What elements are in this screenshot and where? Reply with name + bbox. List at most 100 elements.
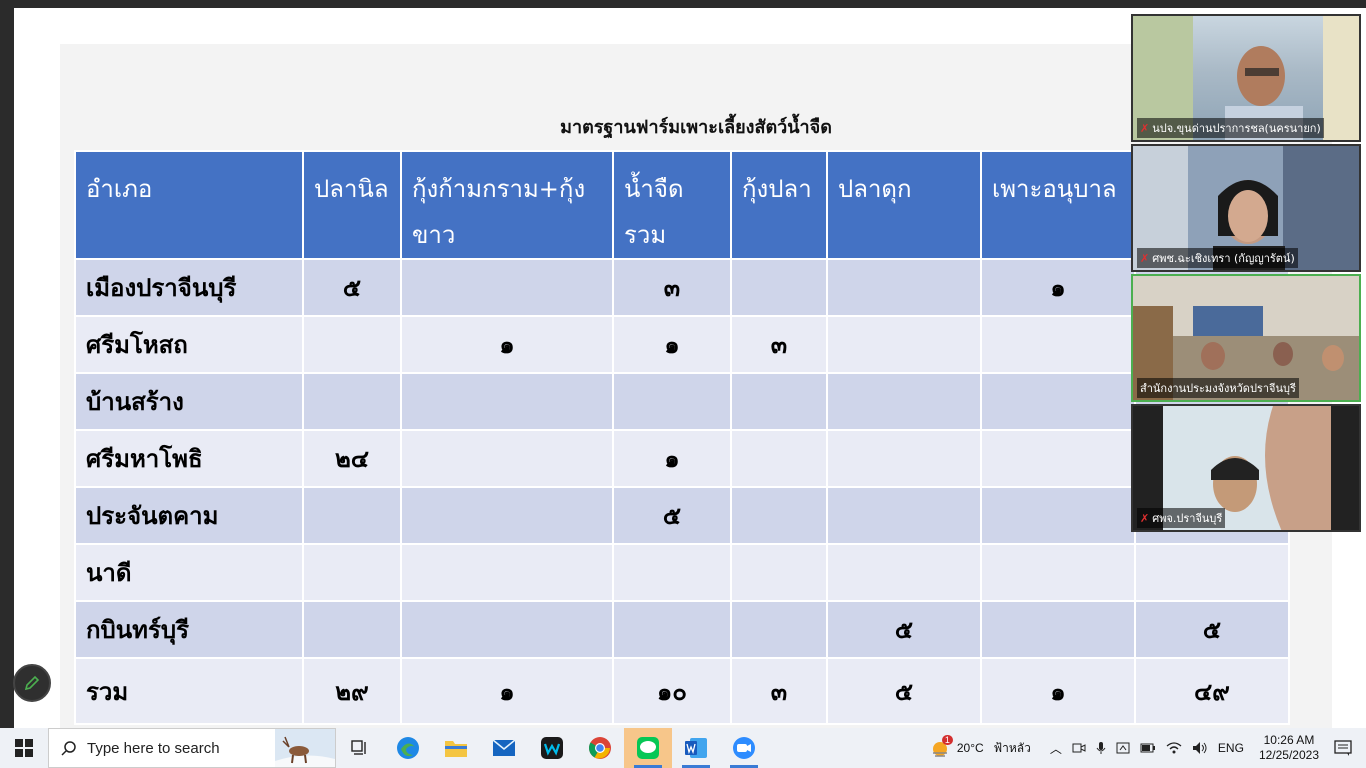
header-catfish: ปลาดุก [826, 150, 982, 260]
windows-logo-icon [15, 739, 33, 757]
table-row: เมืองปราจีนบุรี๕ ๓ ๑ [74, 258, 1290, 317]
count-cell: ๕ [302, 258, 402, 317]
chevron-up-icon[interactable]: ︿ [1050, 740, 1062, 757]
table-row: นาดี [74, 543, 1290, 602]
count-cell [730, 486, 828, 545]
count-cell [302, 315, 402, 374]
zoom-app-button[interactable] [720, 728, 768, 768]
folder-icon [445, 741, 467, 757]
weather-widget[interactable]: 1 20°C ฟ้าหลัว [930, 735, 1036, 759]
task-view-button[interactable] [336, 728, 384, 768]
count-cell [826, 315, 982, 374]
count-cell [980, 372, 1136, 431]
count-cell [400, 258, 614, 317]
chrome-app-button[interactable] [576, 728, 624, 768]
count-cell [980, 486, 1136, 545]
participant-tile-2[interactable]: ✗ ศพช.ฉะเชิงเทรา (กัญญารัตน์) [1131, 144, 1361, 272]
screen-share-viewport: มาตรฐานฟาร์มเพาะเลี้ยงสัตว์น้ำจืด อำเภอ … [0, 0, 1366, 728]
mail-icon [492, 739, 516, 756]
input-language[interactable]: ENG [1218, 741, 1244, 755]
microphone-icon[interactable] [1096, 741, 1106, 755]
table-row: กบินทร์บุรี ๕ ๕ [74, 600, 1290, 659]
count-cell: ๑ [612, 315, 732, 374]
district-cell: บ้านสร้าง [74, 372, 304, 431]
district-cell: กบินทร์บุรี [74, 600, 304, 659]
clock-time: 10:26 AM [1263, 733, 1315, 747]
table-row: ศรีมโหสถ๑๑๓ [74, 315, 1290, 374]
count-cell: ๒๔ [302, 429, 402, 488]
network-settings-icon[interactable] [1116, 741, 1130, 755]
district-cell: ศรีมหาโพธิ [74, 429, 304, 488]
count-cell: ๓ [612, 258, 732, 317]
count-cell: ๕ [826, 657, 982, 725]
table-row: ศรีมหาโพธิ ๒๔ ๑ [74, 429, 1290, 488]
participant-name: สำนักงานประมงจังหวัดปราจีนบุรี [1140, 382, 1296, 395]
table-row: บ้านสร้าง [74, 372, 1290, 431]
taskbar-search-box[interactable]: Type here to search [48, 728, 336, 768]
count-cell: ๕ [612, 486, 732, 545]
count-cell: ๑ [980, 657, 1136, 725]
count-cell [400, 486, 614, 545]
count-cell [400, 543, 614, 602]
volume-icon[interactable] [1192, 741, 1208, 755]
count-cell [826, 429, 982, 488]
participant-label-3: สำนักงานประมงจังหวัดปราจีนบุรี [1137, 378, 1299, 398]
battery-icon[interactable] [1140, 742, 1156, 754]
system-tray: 1 20°C ฟ้าหลัว ︿ ENG 10:26 AM 12/25/2023 [930, 728, 1366, 768]
meet-now-icon[interactable] [1072, 741, 1086, 755]
district-cell: นาดี [74, 543, 304, 602]
table-total-row: รวม ๒๙๑๑๐๓๕๑๔๙ [74, 657, 1290, 725]
file-explorer-app-button[interactable] [432, 728, 480, 768]
edge-app-button[interactable] [384, 728, 432, 768]
count-cell [826, 486, 982, 545]
count-cell [730, 600, 828, 659]
count-cell [980, 315, 1136, 374]
wifi-icon[interactable] [1166, 741, 1182, 755]
participant-name: นปจ.ขุนด่านปราการชล(นครนายก) [1152, 122, 1321, 135]
count-cell [612, 372, 732, 431]
webex-app-button[interactable] [528, 728, 576, 768]
district-cell: เมืองปราจีนบุรี [74, 258, 304, 317]
count-cell [980, 429, 1136, 488]
count-cell: ๑ [400, 657, 614, 725]
zoom-icon [733, 737, 755, 759]
edge-icon [397, 737, 419, 759]
weather-desc: ฟ้าหลัว [993, 740, 1031, 755]
count-cell [302, 543, 402, 602]
muted-mic-icon: ✗ [1140, 512, 1150, 525]
line-app-button[interactable] [624, 728, 672, 768]
count-cell [400, 429, 614, 488]
notifications-icon[interactable] [1334, 740, 1352, 756]
count-cell [730, 372, 828, 431]
count-cell: ๑ [980, 258, 1136, 317]
table-header-row: อำเภอ ปลานิล กุ้งก้ามกราม+กุ้งขาว น้ำจืด… [74, 150, 1290, 260]
windows-taskbar: Type here to search 1 20°C ฟ้าหลัว ︿ ENG… [0, 728, 1366, 768]
table-row: ประจันตคาม ๕ [74, 486, 1290, 545]
count-cell: ๓ [730, 657, 828, 725]
word-icon [685, 738, 707, 758]
annotate-pencil-button[interactable] [13, 664, 51, 702]
count-cell: ๔๙ [1134, 657, 1290, 725]
participant-tile-4[interactable]: ✗ ศพจ.ปราจีนบุรี [1131, 404, 1361, 532]
participant-tile-3[interactable]: สำนักงานประมงจังหวัดปราจีนบุรี [1131, 274, 1361, 402]
mail-app-button[interactable] [480, 728, 528, 768]
farm-standard-table: อำเภอ ปลานิล กุ้งก้ามกราม+กุ้งขาว น้ำจืด… [74, 150, 1290, 725]
header-prawn-shrimp: กุ้งก้ามกราม+กุ้งขาว [400, 150, 614, 260]
header-district: อำเภอ [74, 150, 304, 260]
search-placeholder: Type here to search [87, 739, 220, 757]
participant-label-1: ✗ นปจ.ขุนด่านปราการชล(นครนายก) [1137, 118, 1324, 138]
start-button[interactable] [0, 728, 48, 768]
participant-tile-1[interactable]: ✗ นปจ.ขุนด่านปราการชล(นครนายก) [1131, 14, 1361, 142]
count-cell [826, 543, 982, 602]
reindeer-search-highlight-icon [275, 729, 335, 767]
participant-label-4: ✗ ศพจ.ปราจีนบุรี [1137, 508, 1226, 528]
count-cell: ๒๙ [302, 657, 402, 725]
word-app-button[interactable] [672, 728, 720, 768]
clock[interactable]: 10:26 AM 12/25/2023 [1259, 733, 1319, 763]
muted-mic-icon: ✗ [1140, 252, 1150, 265]
count-cell [826, 372, 982, 431]
header-shrimp-fish: กุ้งปลา [730, 150, 828, 260]
search-icon [61, 741, 76, 756]
count-cell [400, 600, 614, 659]
muted-mic-icon: ✗ [1140, 122, 1150, 135]
